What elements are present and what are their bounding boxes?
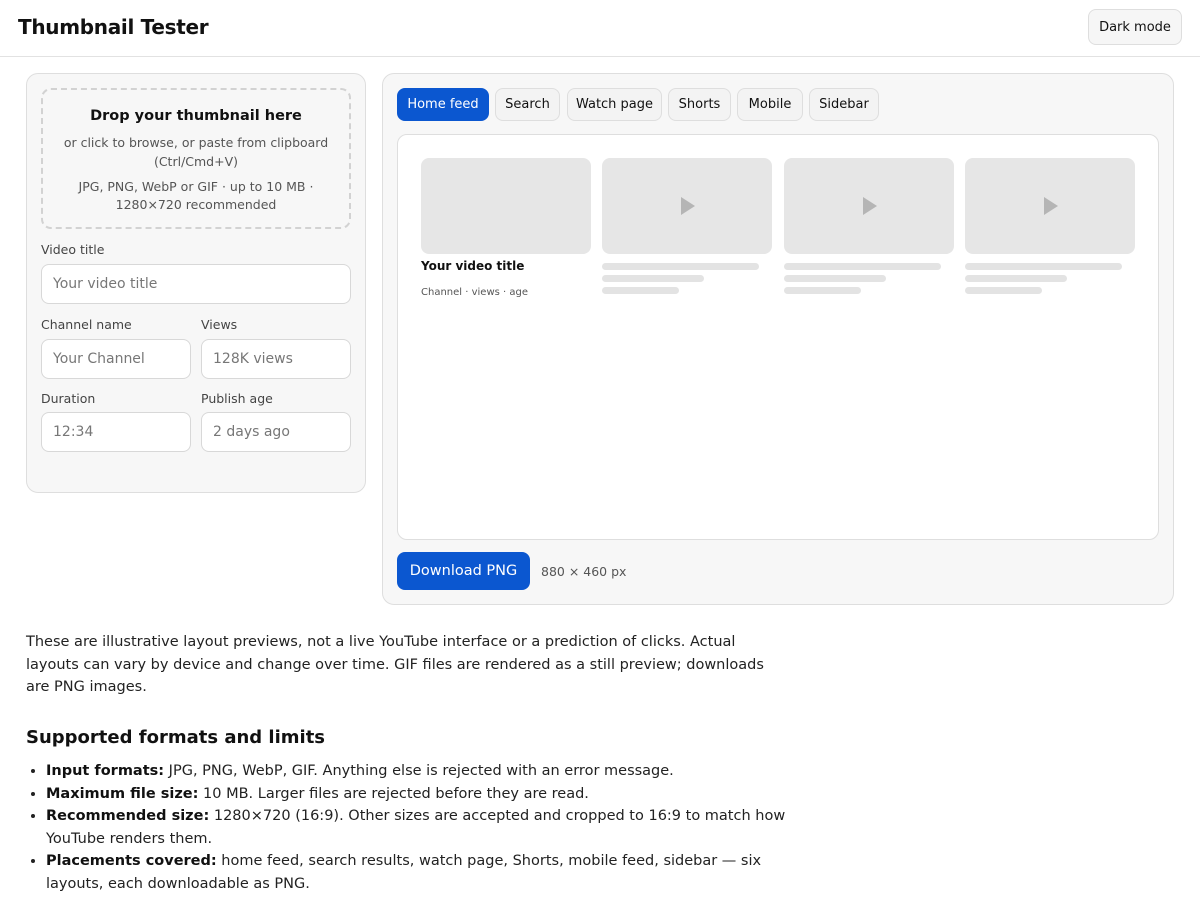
placeholder-meta-bar [965, 287, 1042, 294]
list-item: Input formats: JPG, PNG, WebP, GIF. Anyt… [46, 760, 796, 783]
dropzone-format-note: JPG, PNG, WebP or GIF · up to 10 MB · 12… [78, 179, 314, 212]
duration-input[interactable] [41, 412, 191, 452]
list-item: Placements covered: home feed, search re… [46, 850, 796, 895]
dropzone-title: Drop your thumbnail here [90, 108, 302, 124]
limit-text: 10 MB. Larger files are rejected before … [198, 785, 589, 802]
placeholder-meta-bar [602, 275, 704, 282]
placeholder-thumbnail [602, 158, 772, 254]
app-title: Thumbnail Tester [18, 15, 209, 39]
placeholder-title-bar [965, 263, 1122, 270]
placeholder-meta-bar [784, 275, 886, 282]
list-item: Recommended size: 1280×720 (16:9). Other… [46, 805, 796, 850]
tab-search[interactable]: Search [495, 88, 560, 121]
limit-text: JPG, PNG, WebP, GIF. Anything else is re… [164, 763, 674, 779]
placeholder-meta-bar [784, 287, 861, 294]
feed-preview: Your video title Channel · views · age [397, 134, 1159, 540]
preview-video-meta: Channel · views · age [421, 287, 528, 298]
dropzone-subtitle: or click to browse, or paste from clipbo… [63, 135, 329, 169]
placeholder-title-bar [602, 263, 759, 270]
duration-label: Duration [41, 391, 96, 406]
placeholder-meta-bar [602, 287, 679, 294]
limits-list: Input formats: JPG, PNG, WebP, GIF. Anyt… [46, 760, 796, 895]
placeholder-meta-bar [965, 275, 1067, 282]
views-input[interactable] [201, 339, 351, 379]
thumbnail-dropzone[interactable]: Drop your thumbnail here or click to bro… [41, 88, 351, 229]
video-title-input[interactable] [41, 264, 351, 304]
tab-home-feed[interactable]: Home feed [397, 88, 489, 121]
preview-panel: Home feed Search Watch page Shorts Mobil… [382, 73, 1174, 605]
list-item: Maximum file size: 10 MB. Larger files a… [46, 783, 796, 806]
preview-video-title: Your video title [421, 259, 525, 273]
placeholder-thumbnail [784, 158, 954, 254]
limits-heading: Supported formats and limits [26, 727, 326, 748]
publish-age-input[interactable] [201, 412, 351, 452]
placeholder-thumbnail [965, 158, 1135, 254]
top-bar: Thumbnail Tester Dark mode [0, 0, 1200, 57]
limit-term: Maximum file size: [46, 785, 199, 802]
user-thumbnail-slot [421, 158, 591, 254]
limit-term: Input formats: [46, 763, 165, 779]
publish-age-label: Publish age [201, 391, 273, 406]
views-label: Views [201, 317, 238, 332]
download-png-button[interactable]: Download PNG [397, 552, 530, 590]
output-dimensions: 880 × 460 px [541, 564, 627, 579]
limit-term: Placements covered: [46, 853, 217, 869]
limit-term: Recommended size: [46, 808, 210, 824]
tab-mobile[interactable]: Mobile [737, 88, 803, 121]
dark-mode-button[interactable]: Dark mode [1088, 9, 1182, 45]
tab-shorts[interactable]: Shorts [668, 88, 731, 121]
tab-sidebar[interactable]: Sidebar [809, 88, 879, 121]
input-panel: Drop your thumbnail here or click to bro… [26, 73, 366, 493]
play-icon [863, 197, 877, 215]
video-title-label: Video title [41, 242, 105, 257]
play-icon [681, 197, 695, 215]
tab-watch-page[interactable]: Watch page [567, 88, 662, 121]
disclaimer-text: These are illustrative layout previews, … [26, 634, 764, 695]
channel-name-input[interactable] [41, 339, 191, 379]
placeholder-title-bar [784, 263, 941, 270]
channel-name-label: Channel name [41, 317, 132, 332]
play-icon [1044, 197, 1058, 215]
